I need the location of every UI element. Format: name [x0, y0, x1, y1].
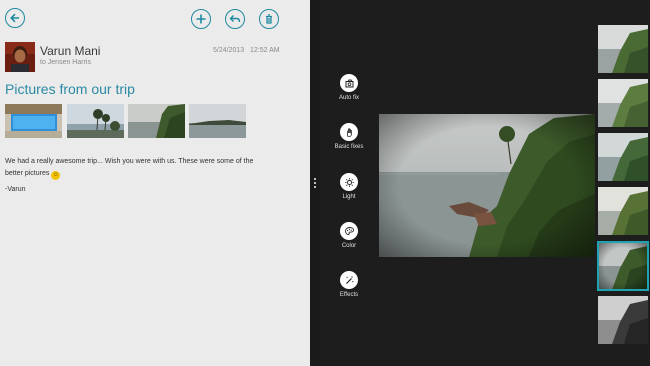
filmstrip-thumbnail[interactable] — [598, 133, 648, 181]
basic-fixes-button[interactable]: Basic fixes — [334, 123, 364, 150]
smiley-emoji-icon: ☺ — [51, 171, 61, 180]
reply-button[interactable] — [225, 9, 245, 29]
photo-preview[interactable] — [379, 114, 595, 257]
basic-fixes-icon — [340, 123, 358, 141]
mail-pane: Varun Mani to Jensen Harris 5/24/2013 12… — [0, 0, 310, 366]
splitter-grip-icon[interactable] — [313, 178, 317, 188]
message-date: 5/24/2013 — [213, 47, 245, 54]
filmstrip-thumbnail[interactable] — [598, 296, 648, 344]
basic-fixes-label: Basic fixes — [334, 144, 364, 150]
plus-icon — [196, 14, 206, 24]
color-label: Color — [341, 243, 357, 249]
effects-button[interactable]: Effects — [334, 271, 364, 298]
color-icon — [340, 222, 358, 240]
light-label: Light — [342, 194, 356, 200]
auto-fix-button[interactable]: Auto fix — [334, 74, 364, 101]
auto-fix-label: Auto fix — [338, 95, 359, 101]
attachment-thumbnail[interactable] — [67, 104, 124, 138]
light-icon — [340, 173, 358, 191]
back-arrow-icon — [10, 13, 19, 23]
attachment-thumbnail[interactable] — [5, 104, 62, 138]
message-body: We had a really awesome trip... Wish you… — [5, 156, 270, 180]
recipient-line: to Jensen Harris — [40, 59, 91, 66]
filmstrip-thumbnail[interactable] — [598, 25, 648, 73]
delete-button[interactable] — [259, 9, 279, 29]
effects-icon — [340, 271, 358, 289]
attachment-thumbnail[interactable] — [189, 104, 246, 138]
sender-name[interactable]: Varun Mani — [40, 44, 100, 58]
message-signoff: -Varun — [5, 186, 26, 193]
new-mail-button[interactable] — [191, 9, 211, 29]
message-body-text: We had a really awesome trip... Wish you… — [5, 158, 254, 177]
filmstrip-thumbnail[interactable] — [598, 187, 648, 235]
reply-icon — [229, 15, 241, 23]
color-button[interactable]: Color — [334, 222, 364, 249]
avatar[interactable] — [5, 42, 35, 72]
message-subject: Pictures from our trip — [5, 81, 135, 97]
effects-label: Effects — [339, 292, 359, 298]
auto-fix-icon — [340, 74, 358, 92]
back-button[interactable] — [5, 8, 25, 28]
attachment-thumbnail[interactable] — [128, 104, 185, 138]
filmstrip-thumbnail-selected[interactable] — [597, 241, 649, 291]
message-time: 12:52 AM — [250, 47, 280, 54]
trash-icon — [266, 14, 272, 24]
light-button[interactable]: Light — [334, 173, 364, 200]
filmstrip-thumbnail[interactable] — [598, 79, 648, 127]
